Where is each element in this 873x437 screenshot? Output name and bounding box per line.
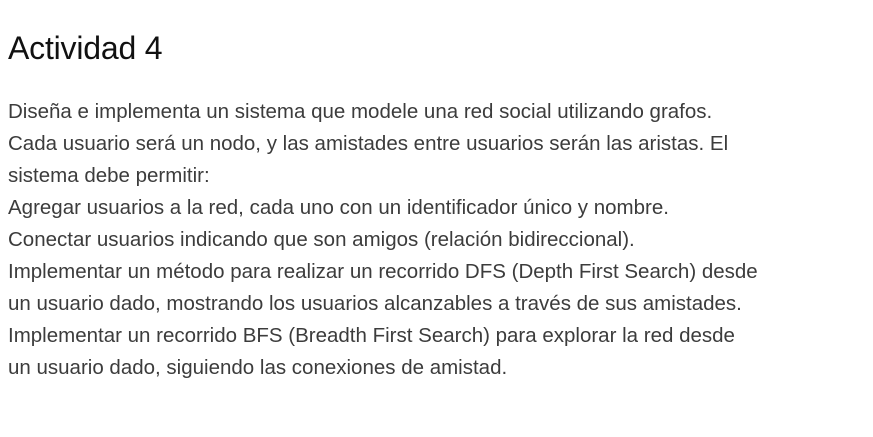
description-line: Diseña e implementa un sistema que model…	[8, 100, 713, 123]
document-page: Actividad 4 Diseña e implementa un siste…	[8, 0, 868, 384]
requirement-dfs: Implementar un método para realizar un r…	[8, 260, 758, 283]
requirement-dfs-continued: un usuario dado, mostrando los usuarios …	[8, 292, 742, 315]
requirement-add-users: Agregar usuarios a la red, cada uno con …	[8, 196, 669, 219]
requirement-bfs: Implementar un recorrido BFS (Breadth Fi…	[8, 324, 735, 347]
activity-description: Diseña e implementa un sistema que model…	[8, 96, 868, 384]
requirement-bfs-continued: un usuario dado, siguiendo las conexione…	[8, 356, 508, 379]
requirement-connect-users: Conectar usuarios indicando que son amig…	[8, 228, 635, 251]
description-line: Cada usuario será un nodo, y las amistad…	[8, 132, 729, 155]
description-line: sistema debe permitir:	[8, 164, 210, 187]
page-title: Actividad 4	[8, 30, 163, 66]
